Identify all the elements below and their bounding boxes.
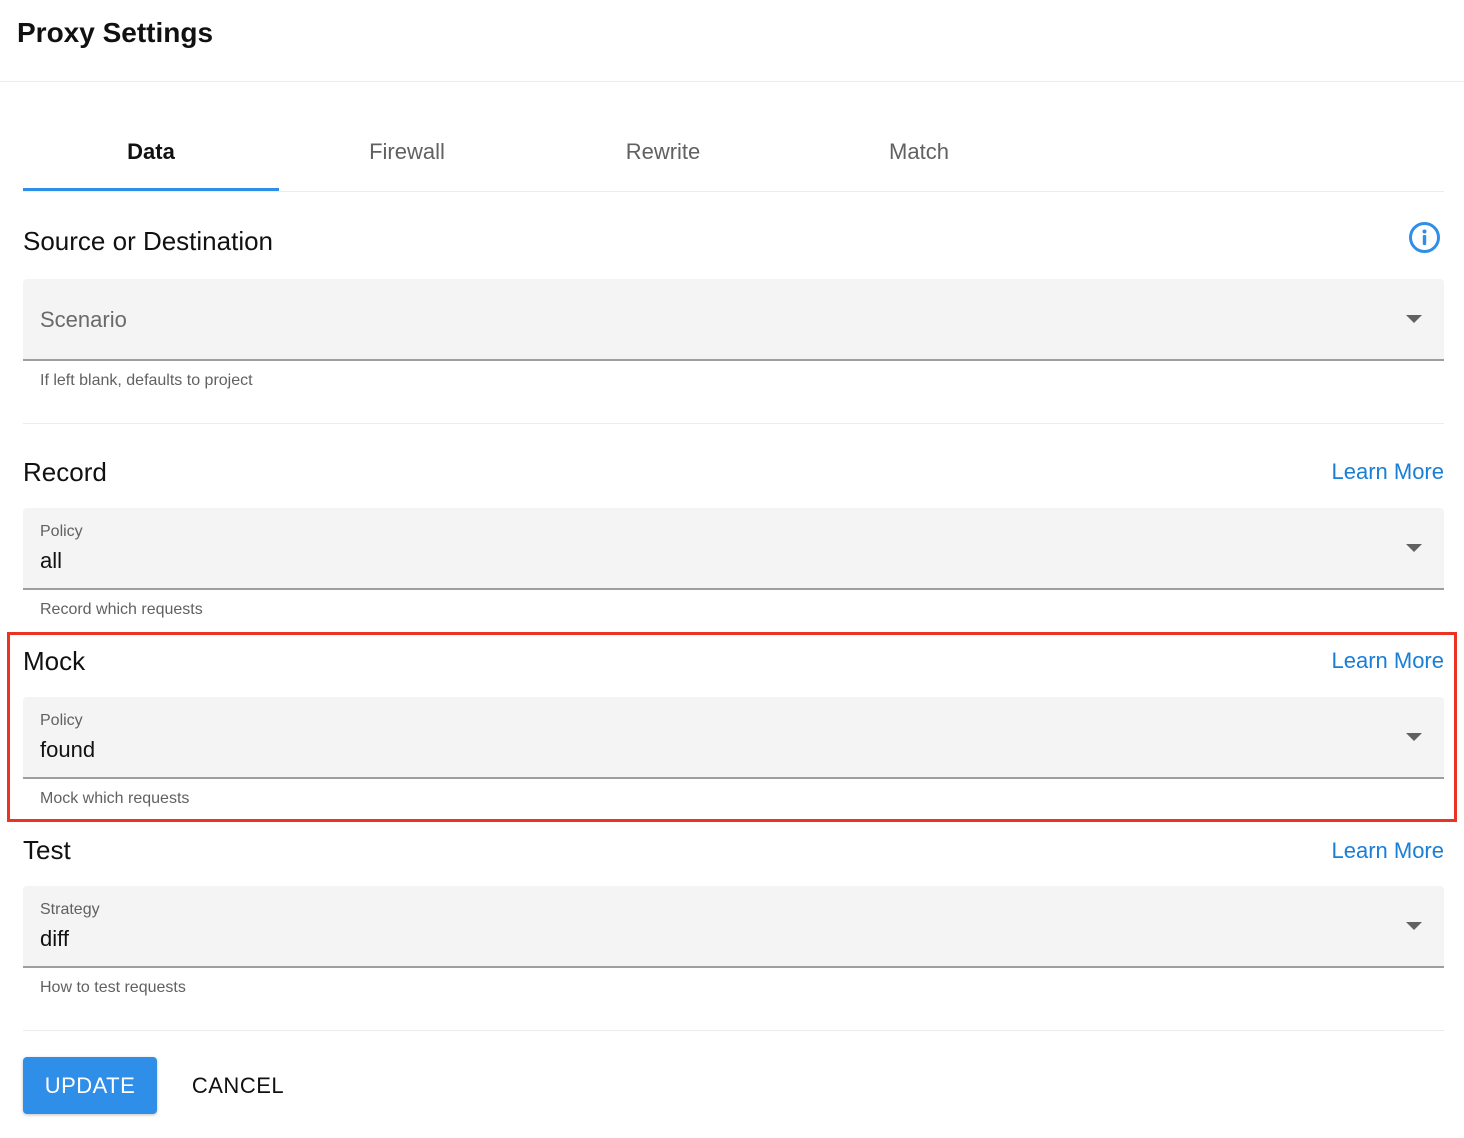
mock-policy-label: Policy xyxy=(40,712,83,729)
mock-policy-select[interactable]: Policy found xyxy=(23,697,1444,779)
mock-helper-text: Mock which requests xyxy=(40,790,190,807)
active-tab-indicator xyxy=(23,188,279,191)
test-strategy-value: diff xyxy=(40,926,69,951)
chevron-down-icon xyxy=(1406,922,1422,930)
test-strategy-label: Strategy xyxy=(40,901,100,918)
info-icon[interactable] xyxy=(1408,221,1441,254)
scenario-helper-text: If left blank, defaults to project xyxy=(40,372,253,389)
test-strategy-select[interactable]: Strategy diff xyxy=(23,886,1444,968)
mock-policy-value: found xyxy=(40,737,96,762)
record-helper-text: Record which requests xyxy=(40,601,203,618)
update-button[interactable]: UPDATE xyxy=(23,1057,157,1114)
section-divider xyxy=(23,423,1444,424)
scenario-select[interactable]: Scenario xyxy=(23,279,1444,361)
record-policy-select[interactable]: Policy all xyxy=(23,508,1444,590)
record-learn-more-link[interactable]: Learn More xyxy=(1331,459,1444,485)
tab-data[interactable]: Data xyxy=(23,112,279,192)
tab-rewrite[interactable]: Rewrite xyxy=(535,112,791,192)
mock-learn-more-link[interactable]: Learn More xyxy=(1331,648,1444,674)
tab-firewall[interactable]: Firewall xyxy=(279,112,535,192)
cancel-button[interactable]: CANCEL xyxy=(175,1057,301,1114)
chevron-down-icon xyxy=(1406,733,1422,741)
tab-bar: Data Firewall Rewrite Match xyxy=(23,112,1444,192)
mock-section-title: Mock xyxy=(23,646,86,676)
source-section-title: Source or Destination xyxy=(23,226,274,256)
test-helper-text: How to test requests xyxy=(40,979,186,996)
record-policy-label: Policy xyxy=(40,523,83,540)
record-section-title: Record xyxy=(23,457,107,487)
chevron-down-icon xyxy=(1406,544,1422,552)
dialog-header: Proxy Settings xyxy=(0,0,1464,82)
section-divider xyxy=(23,1030,1444,1031)
test-learn-more-link[interactable]: Learn More xyxy=(1331,838,1444,864)
tab-match[interactable]: Match xyxy=(791,112,1047,192)
dialog-title: Proxy Settings xyxy=(17,17,214,48)
record-policy-value: all xyxy=(40,548,63,573)
chevron-down-icon xyxy=(1406,315,1422,323)
test-section-title: Test xyxy=(23,835,71,865)
scenario-placeholder: Scenario xyxy=(40,307,127,332)
